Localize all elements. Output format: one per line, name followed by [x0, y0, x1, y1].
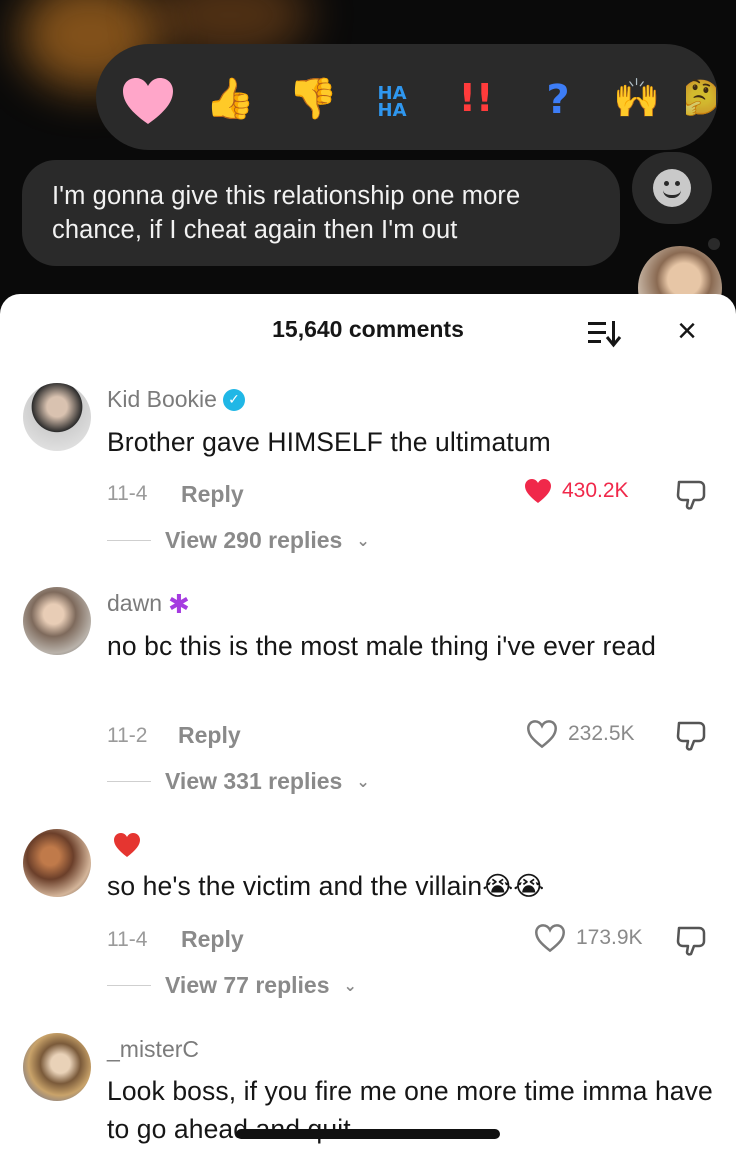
- haha-reaction-icon[interactable]: HA HA: [368, 74, 416, 130]
- reply-button[interactable]: Reply: [181, 481, 244, 508]
- username-text: Kid Bookie: [107, 386, 217, 412]
- smiley-icon: [653, 169, 691, 207]
- view-replies-button[interactable]: View 77 replies ⌄: [107, 972, 357, 999]
- chevron-down-icon: ⌄: [343, 977, 357, 995]
- username-text: dawn: [107, 590, 162, 616]
- heart-outline-icon: [527, 720, 557, 749]
- dislike-icon[interactable]: [674, 719, 708, 753]
- haha-line-2: HA: [377, 100, 407, 121]
- question-reaction-icon[interactable]: ?: [538, 74, 578, 126]
- sort-icon[interactable]: [586, 316, 622, 350]
- avatar[interactable]: [23, 1033, 91, 1101]
- like-count: 173.9K: [576, 926, 643, 949]
- add-reaction-button[interactable]: [632, 152, 712, 224]
- like-count: 430.2K: [562, 479, 629, 502]
- like-button[interactable]: 430.2K: [524, 477, 629, 505]
- comment-username[interactable]: Kid Bookie ✓: [107, 386, 245, 413]
- raised-hands-reaction-icon[interactable]: 🙌: [613, 74, 660, 122]
- comment-text: no bc this is the most male thing i've e…: [107, 631, 656, 661]
- dislike-icon[interactable]: [674, 924, 708, 958]
- verified-badge-icon: ✓: [222, 388, 245, 411]
- exclamation-reaction-icon[interactable]: !!: [454, 74, 498, 122]
- bubble-tail-dot: [708, 238, 720, 250]
- red-heart-badge-icon: [114, 833, 140, 857]
- comments-count-title: 15,640 comments: [272, 316, 464, 342]
- more-reaction-icon[interactable]: 🤔: [686, 74, 716, 122]
- view-replies-label: View 290 replies: [165, 527, 343, 553]
- avatar[interactable]: [23, 587, 91, 655]
- reply-button[interactable]: Reply: [181, 926, 244, 953]
- like-button[interactable]: 173.9K: [534, 923, 643, 953]
- comment-date: 11-2: [107, 724, 148, 747]
- dislike-icon[interactable]: [674, 478, 708, 512]
- close-icon[interactable]: ×: [670, 314, 704, 348]
- thumbs-up-reaction-icon[interactable]: 👍: [205, 74, 255, 122]
- avatar[interactable]: [23, 829, 91, 897]
- thumbs-down-reaction-icon[interactable]: 👎: [288, 74, 338, 122]
- heart-reaction-icon[interactable]: [121, 74, 175, 128]
- comment-text: Brother gave HIMSELF the ultimatum: [107, 427, 551, 457]
- view-replies-label: View 331 replies: [165, 768, 343, 794]
- heart-filled-icon: [525, 479, 551, 503]
- chevron-down-icon: ⌄: [356, 773, 370, 791]
- view-replies-button[interactable]: View 290 replies ⌄: [107, 527, 370, 554]
- comment-username[interactable]: _misterC: [107, 1036, 199, 1063]
- comment-username[interactable]: dawn ✱: [107, 590, 190, 617]
- chevron-down-icon: ⌄: [356, 532, 370, 550]
- comment-date: 11-4: [107, 928, 148, 951]
- message-bubble: I'm gonna give this relationship one mor…: [22, 160, 620, 266]
- like-button[interactable]: 232.5K: [526, 719, 635, 749]
- home-indicator[interactable]: [236, 1129, 500, 1139]
- like-count: 232.5K: [568, 722, 635, 745]
- comment-username[interactable]: [107, 832, 141, 858]
- view-replies-button[interactable]: View 331 replies ⌄: [107, 768, 370, 795]
- comment-date: 11-4: [107, 482, 148, 505]
- reply-button[interactable]: Reply: [178, 722, 241, 749]
- heart-outline-icon: [535, 924, 565, 953]
- username-text: _misterC: [107, 1036, 200, 1062]
- splat-badge-icon: ✱: [167, 588, 190, 619]
- view-replies-label: View 77 replies: [165, 972, 330, 998]
- avatar[interactable]: [23, 383, 91, 451]
- comment-text: so he's the victim and the villain😭😭: [107, 871, 545, 901]
